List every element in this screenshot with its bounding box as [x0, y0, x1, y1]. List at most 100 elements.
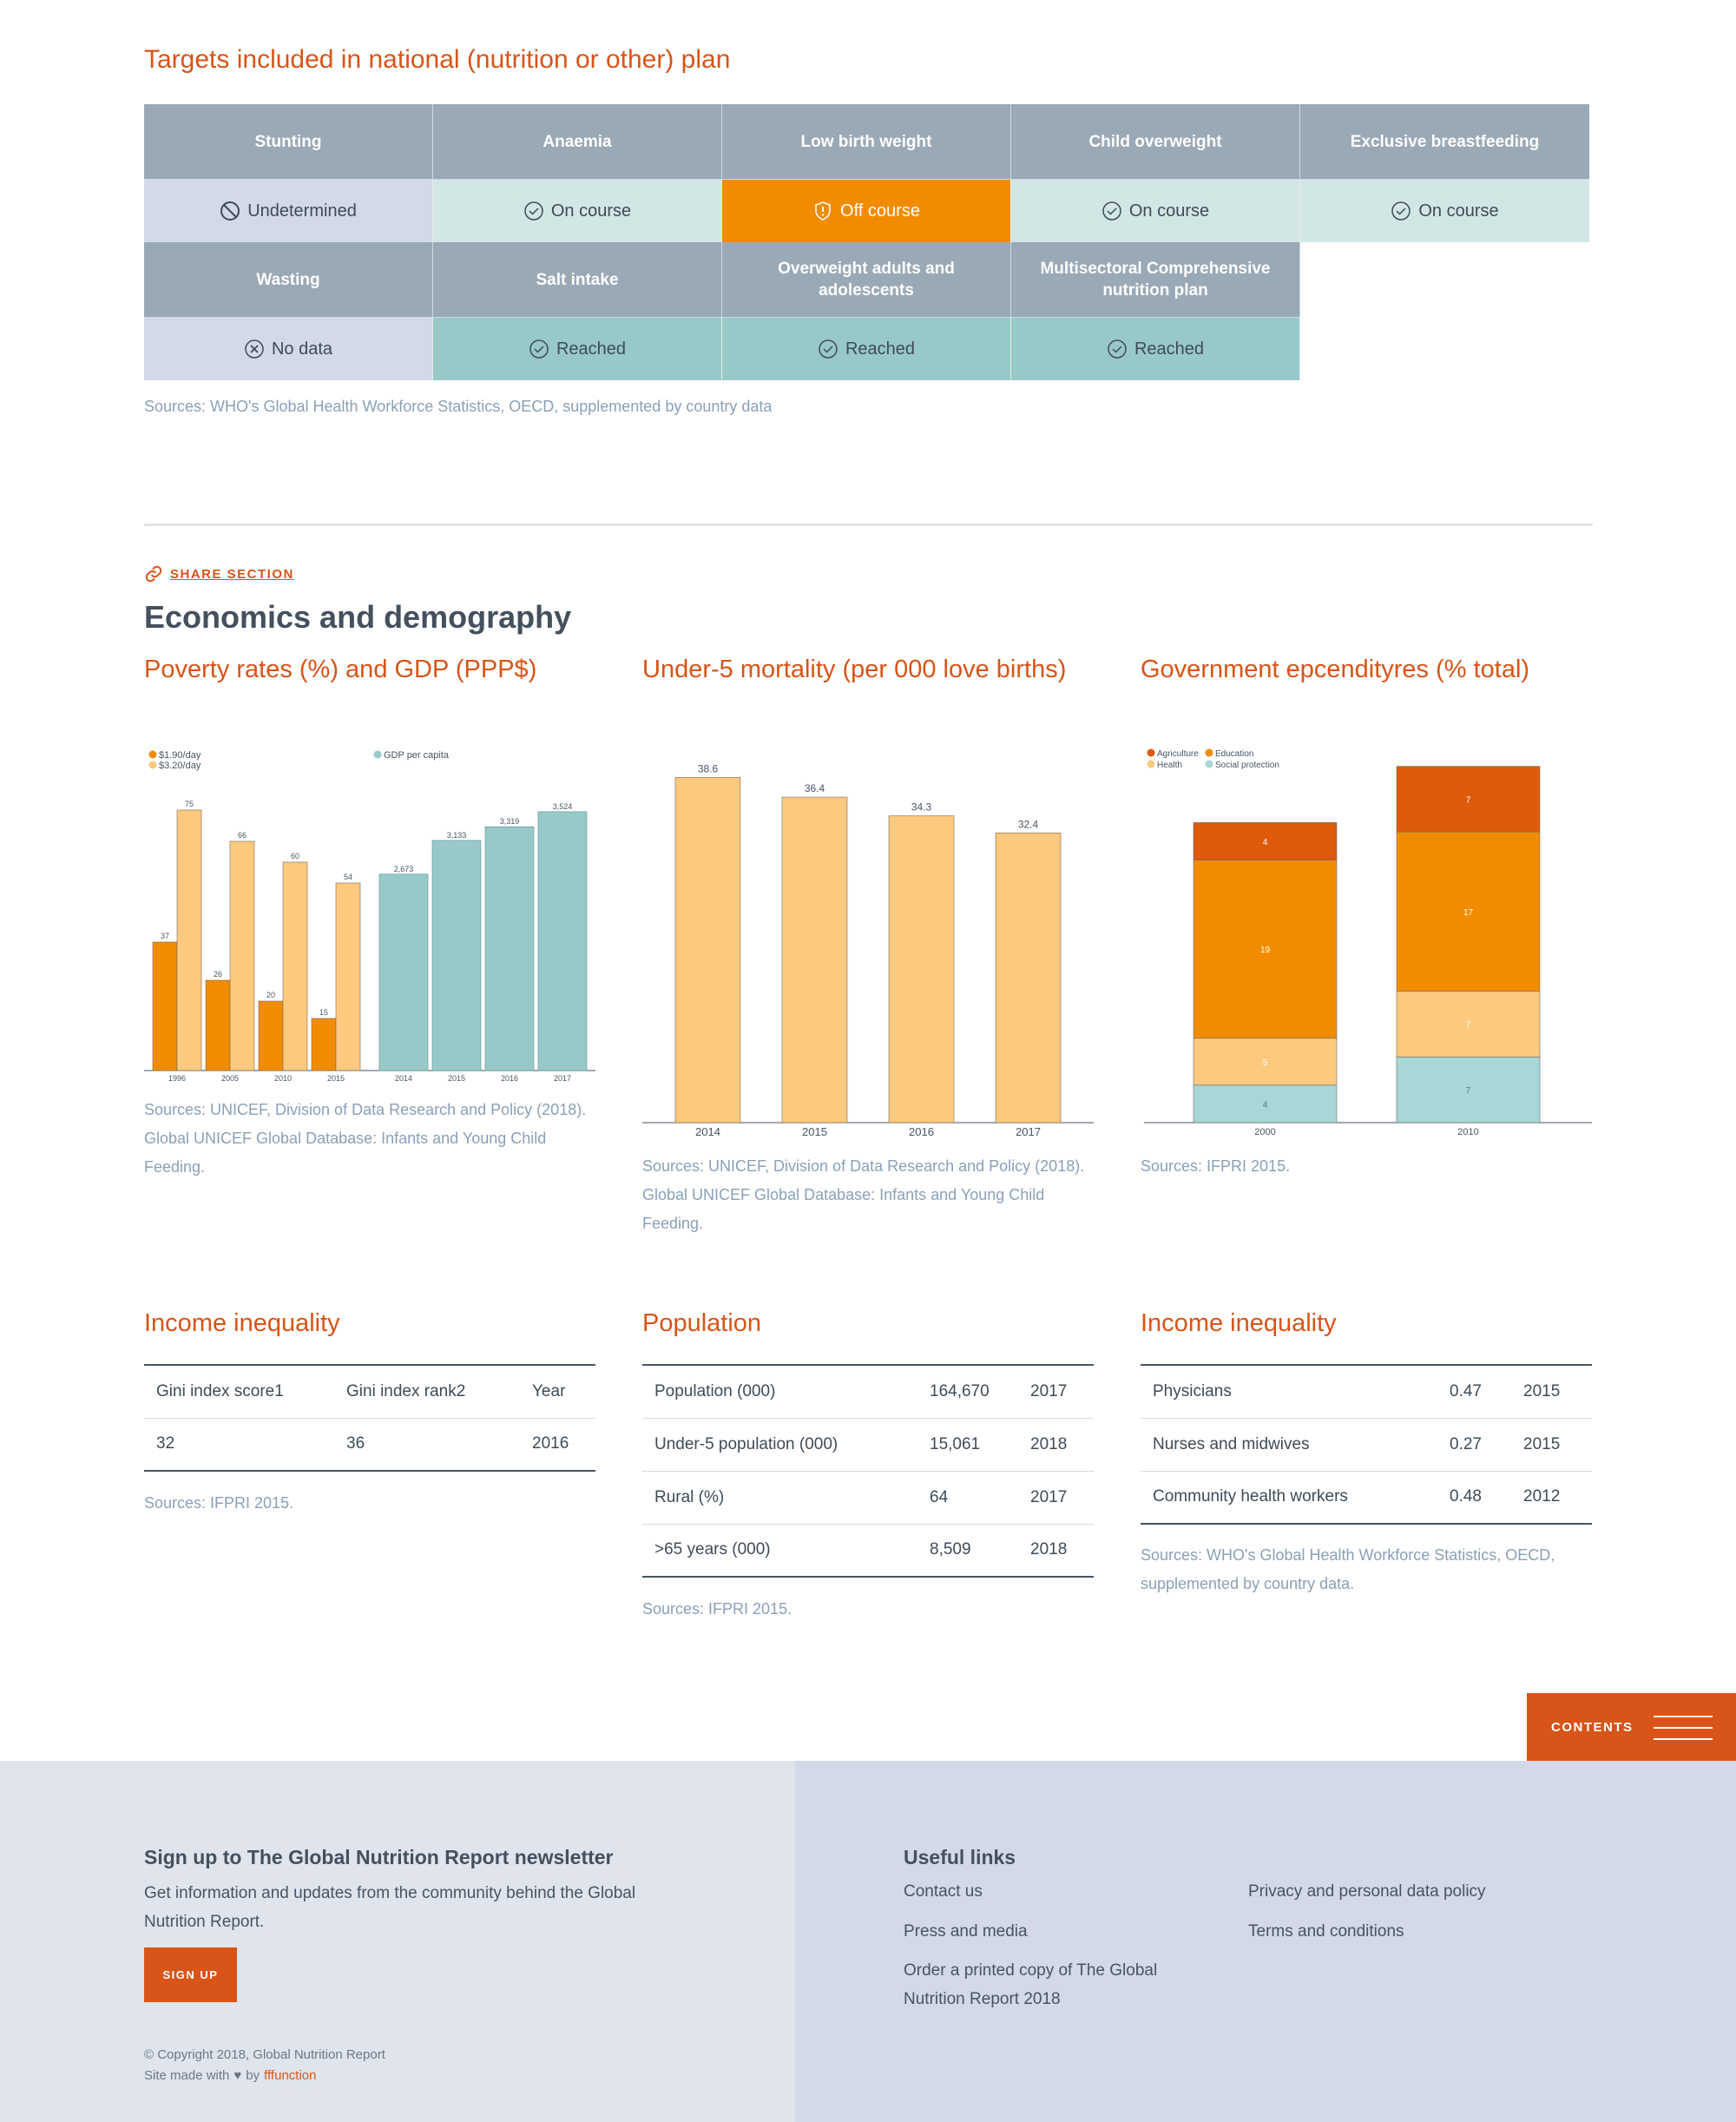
income-table: Gini index score1 Gini index rank2 Year 32… — [144, 1364, 595, 1472]
x-tick-label: 2016 — [501, 1074, 518, 1083]
contents-button[interactable]: CONTENTS — [1527, 1693, 1736, 1762]
x-tick-label: 1996 — [168, 1074, 186, 1083]
poverty-chart-title: Poverty rates (%) and GDP (PPP$) — [144, 656, 537, 683]
segment-value-label: 4 — [1263, 1100, 1268, 1110]
legend-label: $1.90/day — [159, 750, 201, 761]
status-label: On course — [1418, 201, 1499, 221]
useful-links-title: Useful links — [904, 1846, 1016, 1868]
contact-us-link[interactable]: Contact us — [904, 1882, 983, 1901]
made-with-line: Site made with ♥ by fffunction — [144, 2068, 316, 2083]
x-tick-label: 2015 — [448, 1074, 465, 1083]
legend-swatch — [1205, 760, 1213, 768]
x-tick-label: 2016 — [909, 1125, 934, 1137]
bar — [311, 1018, 337, 1071]
terms-link[interactable]: Terms and conditions — [1248, 1922, 1404, 1941]
table-cell: 0.47 — [1437, 1365, 1511, 1419]
privacy-link[interactable]: Privacy and personal data policy — [1248, 1882, 1486, 1901]
targets-grid: Stunting Anaemia Low birth weight Child … — [144, 104, 1593, 380]
contents-label: CONTENTS — [1551, 1720, 1634, 1735]
table-row: Gini index score1 Gini index rank2 Year — [144, 1365, 595, 1419]
gov-expenditure-chart: Agriculture Education Health Social prot… — [1144, 748, 1592, 1137]
table-cell: 64 — [917, 1471, 1018, 1525]
status-label: On course — [1128, 201, 1210, 221]
x-tick-label: 2005 — [221, 1074, 239, 1083]
target-status: On course — [1300, 180, 1589, 242]
fffunction-link[interactable]: fffunction — [264, 2068, 316, 2083]
bar-value-label: 36.4 — [805, 782, 825, 794]
workforce-source: Sources: WHO's Global Health Workforce S… — [1141, 1546, 1555, 1592]
table-cell: 32 — [144, 1418, 334, 1472]
target-status: On course — [1011, 180, 1300, 242]
target-header: Low birth weight — [722, 104, 1011, 180]
table-cell: 2016 — [520, 1418, 595, 1472]
check-circle-icon — [1391, 201, 1411, 221]
x-tick-label: 2010 — [274, 1074, 292, 1083]
table-row: Population (000) 164,670 2017 — [642, 1365, 1094, 1419]
target-header: Salt intake — [433, 242, 722, 318]
workforce-table-title: Income inequality — [1141, 1309, 1337, 1337]
target-status: Reached — [433, 318, 722, 380]
table-row: 32 36 2016 — [144, 1418, 595, 1472]
section-title: Economics and demography — [144, 599, 572, 635]
signup-button[interactable]: SIGN UP — [144, 1947, 237, 2002]
check-circle-icon — [1102, 201, 1121, 221]
legend-label: Social protection — [1215, 761, 1279, 770]
target-header: Overweight adults and adolescents — [722, 242, 1011, 318]
legend-swatch — [1147, 760, 1155, 768]
gov-source: Sources: IFPRI 2015. — [1141, 1157, 1291, 1175]
x-tick-label: 2015 — [327, 1074, 345, 1083]
mortality-chart: 38.6 2014 36.4 2015 34.3 2016 32.4 2017 — [642, 764, 1094, 1137]
population-source: Sources: IFPRI 2015. — [642, 1600, 792, 1618]
table-cell: Rural (%) — [642, 1471, 917, 1525]
share-label: SHARE SECTION — [170, 566, 294, 582]
poverty-legend: $1.90/day $3.20/day GDP per capita — [148, 750, 450, 771]
status-label: Reached — [1134, 339, 1205, 359]
bar-value-label: 26 — [214, 970, 222, 979]
table-cell: Nurses and midwives — [1141, 1418, 1437, 1472]
table-row: Rural (%) 64 2017 — [642, 1471, 1094, 1525]
x-tick-label: 2017 — [1016, 1125, 1041, 1137]
table-cell: 2018 — [1018, 1524, 1094, 1578]
segment-value-label: 4 — [1263, 838, 1268, 847]
bar — [335, 882, 361, 1071]
order-copy-link[interactable]: Order a printed copy of The Global Nutri… — [904, 1956, 1199, 2013]
target-header: Exclusive breastfeeding — [1300, 104, 1589, 180]
target-header: Wasting — [144, 242, 433, 318]
bar — [378, 873, 429, 1071]
table-cell: Community health workers — [1141, 1471, 1437, 1525]
status-label: Undetermined — [247, 201, 357, 221]
status-label: No data — [271, 339, 333, 359]
segment-value-label: 17 — [1463, 908, 1474, 918]
forbidden-icon — [220, 201, 240, 221]
x-tick-label: 2014 — [695, 1125, 720, 1137]
bar — [258, 1000, 284, 1071]
mortality-chart-title: Under-5 mortality (per 000 love births) — [642, 656, 1067, 683]
table-row: Nurses and midwives 0.27 2015 — [1141, 1418, 1592, 1472]
segment-value-label: 5 — [1263, 1058, 1268, 1068]
segment-value-label: 7 — [1466, 1086, 1471, 1096]
income-table-title: Income inequality — [144, 1309, 340, 1337]
share-section-link[interactable]: SHARE SECTION — [144, 564, 294, 583]
table-cell: 164,670 — [917, 1365, 1018, 1419]
table-cell: 0.48 — [1437, 1471, 1511, 1525]
footer-newsletter: Sign up to The Global Nutrition Report n… — [0, 1761, 795, 2122]
x-circle-icon — [245, 339, 264, 359]
press-media-link[interactable]: Press and media — [904, 1922, 1028, 1941]
legend-swatch — [1147, 748, 1155, 757]
target-status: Reached — [722, 318, 1011, 380]
newsletter-text: Get information and updates from the com… — [144, 1884, 636, 1931]
x-tick-label: 2000 — [1254, 1127, 1275, 1137]
check-circle-icon — [529, 339, 549, 359]
bar-value-label: 20 — [266, 991, 275, 999]
footer-links: Useful links Contact us Press and media … — [795, 1761, 1736, 2122]
table-cell: Gini index score1 — [144, 1365, 334, 1419]
target-status: On course — [433, 180, 722, 242]
table-cell: 2017 — [1018, 1365, 1094, 1419]
made-with-text: Site made with — [144, 2068, 230, 2083]
workforce-table: Physicians 0.47 2015 Nurses and midwives 0.… — [1141, 1364, 1592, 1525]
bar — [229, 840, 255, 1071]
table-cell: 8,509 — [917, 1524, 1018, 1578]
table-cell: 0.27 — [1437, 1418, 1511, 1472]
bar — [431, 840, 482, 1071]
status-label: On course — [550, 201, 632, 221]
